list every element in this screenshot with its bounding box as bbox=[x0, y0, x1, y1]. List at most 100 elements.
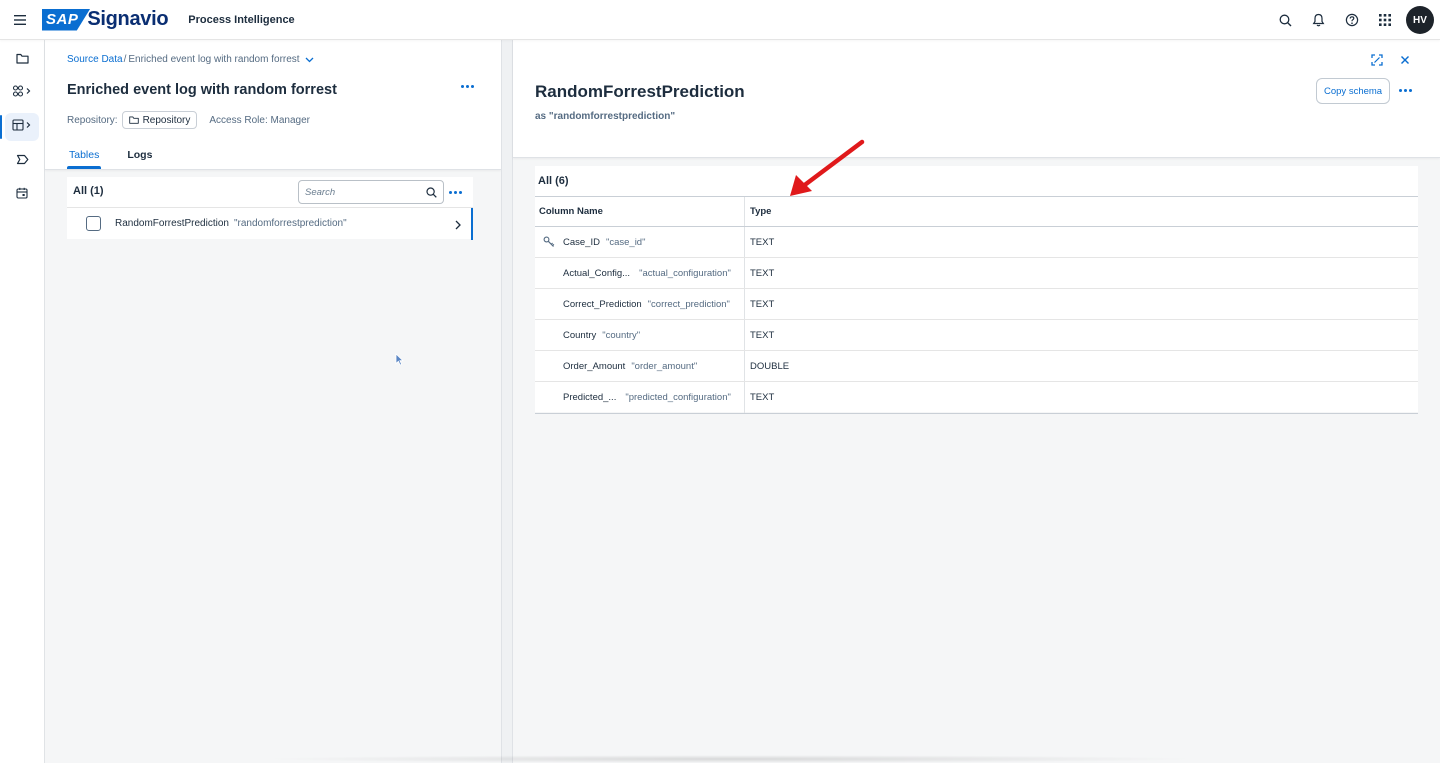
source-data-panel: Source Data / Enriched event log with ra… bbox=[45, 40, 501, 763]
source-data-header: Source Data / Enriched event log with ra… bbox=[45, 40, 501, 170]
navigation-rail bbox=[0, 40, 45, 763]
breadcrumb: Source Data / Enriched event log with ra… bbox=[67, 54, 314, 65]
column-alias: "correct_prediction" bbox=[647, 298, 730, 310]
tag-icon bbox=[16, 152, 29, 170]
columns-grid: Column Name Type Case_ID "case_id" TEXT … bbox=[535, 196, 1418, 414]
column-name-cell: Country "country" bbox=[535, 320, 745, 350]
tables-count: All (1) bbox=[73, 185, 104, 197]
top-header: SAP Signavio Process Intelligence HV bbox=[0, 0, 1440, 40]
menu-icon[interactable] bbox=[0, 0, 40, 40]
column-name: Order_Amount bbox=[563, 360, 626, 372]
column-type: TEXT bbox=[750, 267, 775, 279]
table-row[interactable]: RandomForrestPrediction "randomforrestpr… bbox=[67, 207, 473, 240]
column-name: Case_ID bbox=[563, 236, 600, 248]
annotation-arrow-icon bbox=[790, 139, 865, 196]
column-header-name[interactable]: Column Name bbox=[535, 197, 745, 226]
tab-tables[interactable]: Tables bbox=[67, 147, 102, 169]
row-checkbox[interactable] bbox=[86, 216, 101, 231]
list-more-options-icon[interactable] bbox=[449, 191, 462, 194]
rail-item-schedule[interactable] bbox=[5, 181, 39, 209]
column-name-cell: Order_Amount "order_amount" bbox=[535, 351, 745, 381]
avatar[interactable]: HV bbox=[1406, 6, 1434, 34]
widgets-icon bbox=[12, 84, 32, 102]
column-name-cell: Case_ID "case_id" bbox=[535, 227, 745, 257]
table-row[interactable]: Correct_Prediction "correct_prediction" … bbox=[535, 289, 1418, 320]
close-icon[interactable] bbox=[1396, 51, 1414, 69]
table-detail-header: RandomForrestPrediction as "randomforres… bbox=[513, 40, 1440, 158]
data-table-icon bbox=[12, 118, 32, 136]
table-row[interactable]: Order_Amount "order_amount" DOUBLE bbox=[535, 351, 1418, 382]
detail-title: RandomForrestPrediction bbox=[535, 82, 745, 101]
column-type: TEXT bbox=[750, 392, 775, 403]
folder-icon bbox=[128, 116, 139, 124]
column-name-cell: Predicted_... "predicted_configuration" bbox=[535, 382, 745, 413]
rail-item-files[interactable] bbox=[5, 46, 39, 74]
column-name-cell: Correct_Prediction "correct_prediction" bbox=[535, 289, 745, 319]
table-row[interactable]: Country "country" TEXT bbox=[535, 320, 1418, 351]
column-name: Actual_Config... bbox=[563, 267, 631, 279]
table-detail-panel: RandomForrestPrediction as "randomforres… bbox=[513, 40, 1440, 763]
tab-logs[interactable]: Logs bbox=[125, 147, 154, 169]
rail-item-labels[interactable] bbox=[5, 147, 39, 175]
table-row[interactable]: Case_ID "case_id" TEXT bbox=[535, 227, 1418, 258]
search-icon[interactable] bbox=[426, 186, 437, 198]
table-row[interactable]: Predicted_... "predicted_configuration" … bbox=[535, 382, 1418, 413]
column-alias: "case_id" bbox=[605, 236, 646, 248]
bottom-shadow bbox=[260, 755, 1200, 763]
more-options-icon[interactable] bbox=[461, 85, 474, 88]
breadcrumb-current: Enriched event log with random forrest bbox=[128, 54, 300, 65]
meta-row: Repository: Repository Access Role: Mana… bbox=[67, 111, 310, 129]
column-type: TEXT bbox=[750, 236, 775, 248]
column-type: TEXT bbox=[750, 329, 775, 341]
sap-logo: SAP bbox=[42, 8, 91, 31]
tables-list: All (1) Search RandomForrestPrediction "… bbox=[67, 177, 473, 240]
signavio-logo[interactable]: SAP Signavio bbox=[42, 8, 169, 31]
table-alias: "randomforrestprediction" bbox=[233, 218, 347, 229]
calendar-icon bbox=[16, 186, 28, 204]
columns-table: All (6) Column Name Type Case_ID "case_i… bbox=[535, 166, 1418, 414]
mouse-cursor-icon bbox=[395, 353, 404, 366]
search-input[interactable]: Search bbox=[298, 180, 444, 204]
columns-grid-header: Column Name Type bbox=[535, 197, 1418, 227]
page-title: Enriched event log with random forrest bbox=[67, 82, 337, 98]
detail-subtitle: as "randomforrestprediction" bbox=[535, 111, 676, 122]
apps-grid-icon[interactable] bbox=[1368, 4, 1401, 37]
product-name: Process Intelligence bbox=[188, 13, 295, 26]
search-placeholder: Search bbox=[305, 186, 336, 198]
column-alias: "country" bbox=[602, 329, 641, 341]
tab-bar: Tables Logs bbox=[67, 147, 154, 169]
columns-count: All (6) bbox=[538, 175, 569, 187]
bell-icon[interactable] bbox=[1302, 4, 1335, 37]
column-name: Correct_Prediction bbox=[563, 298, 642, 310]
chevron-down-icon[interactable] bbox=[305, 57, 314, 63]
column-type: DOUBLE bbox=[750, 360, 790, 372]
detail-more-options-icon[interactable] bbox=[1399, 89, 1412, 92]
chevron-right-icon[interactable] bbox=[455, 217, 461, 235]
header-actions: HV bbox=[1269, 0, 1434, 40]
panel-splitter[interactable] bbox=[501, 40, 513, 763]
search-icon[interactable] bbox=[1269, 4, 1302, 37]
rail-item-source-data[interactable] bbox=[0, 113, 39, 141]
access-role: Access Role: Manager bbox=[209, 114, 310, 126]
repository-label: Repository: bbox=[67, 114, 118, 126]
fullscreen-icon[interactable] bbox=[1368, 51, 1386, 69]
column-name: Country bbox=[563, 329, 597, 341]
table-name: RandomForrestPrediction bbox=[115, 218, 229, 229]
brand-name: Signavio bbox=[87, 8, 169, 30]
column-alias: "actual_configuration" bbox=[639, 267, 731, 279]
repository-name: Repository bbox=[142, 114, 191, 126]
repository-chip[interactable]: Repository bbox=[121, 111, 198, 129]
column-alias: "order_amount" bbox=[631, 360, 698, 372]
folder-icon bbox=[15, 51, 29, 69]
table-row[interactable]: Actual_Config... "actual_configuration" … bbox=[535, 258, 1418, 289]
breadcrumb-link-source-data[interactable]: Source Data bbox=[67, 54, 123, 65]
key-icon bbox=[543, 236, 555, 251]
breadcrumb-separator: / bbox=[123, 54, 127, 65]
copy-schema-button[interactable]: Copy schema bbox=[1316, 78, 1391, 104]
column-type: TEXT bbox=[750, 298, 775, 310]
column-name: Predicted_... bbox=[563, 392, 617, 403]
column-name-cell: Actual_Config... "actual_configuration" bbox=[535, 258, 745, 288]
column-alias: "predicted_configuration" bbox=[625, 392, 731, 403]
help-icon[interactable] bbox=[1335, 4, 1368, 37]
rail-item-widgets[interactable] bbox=[5, 79, 39, 107]
